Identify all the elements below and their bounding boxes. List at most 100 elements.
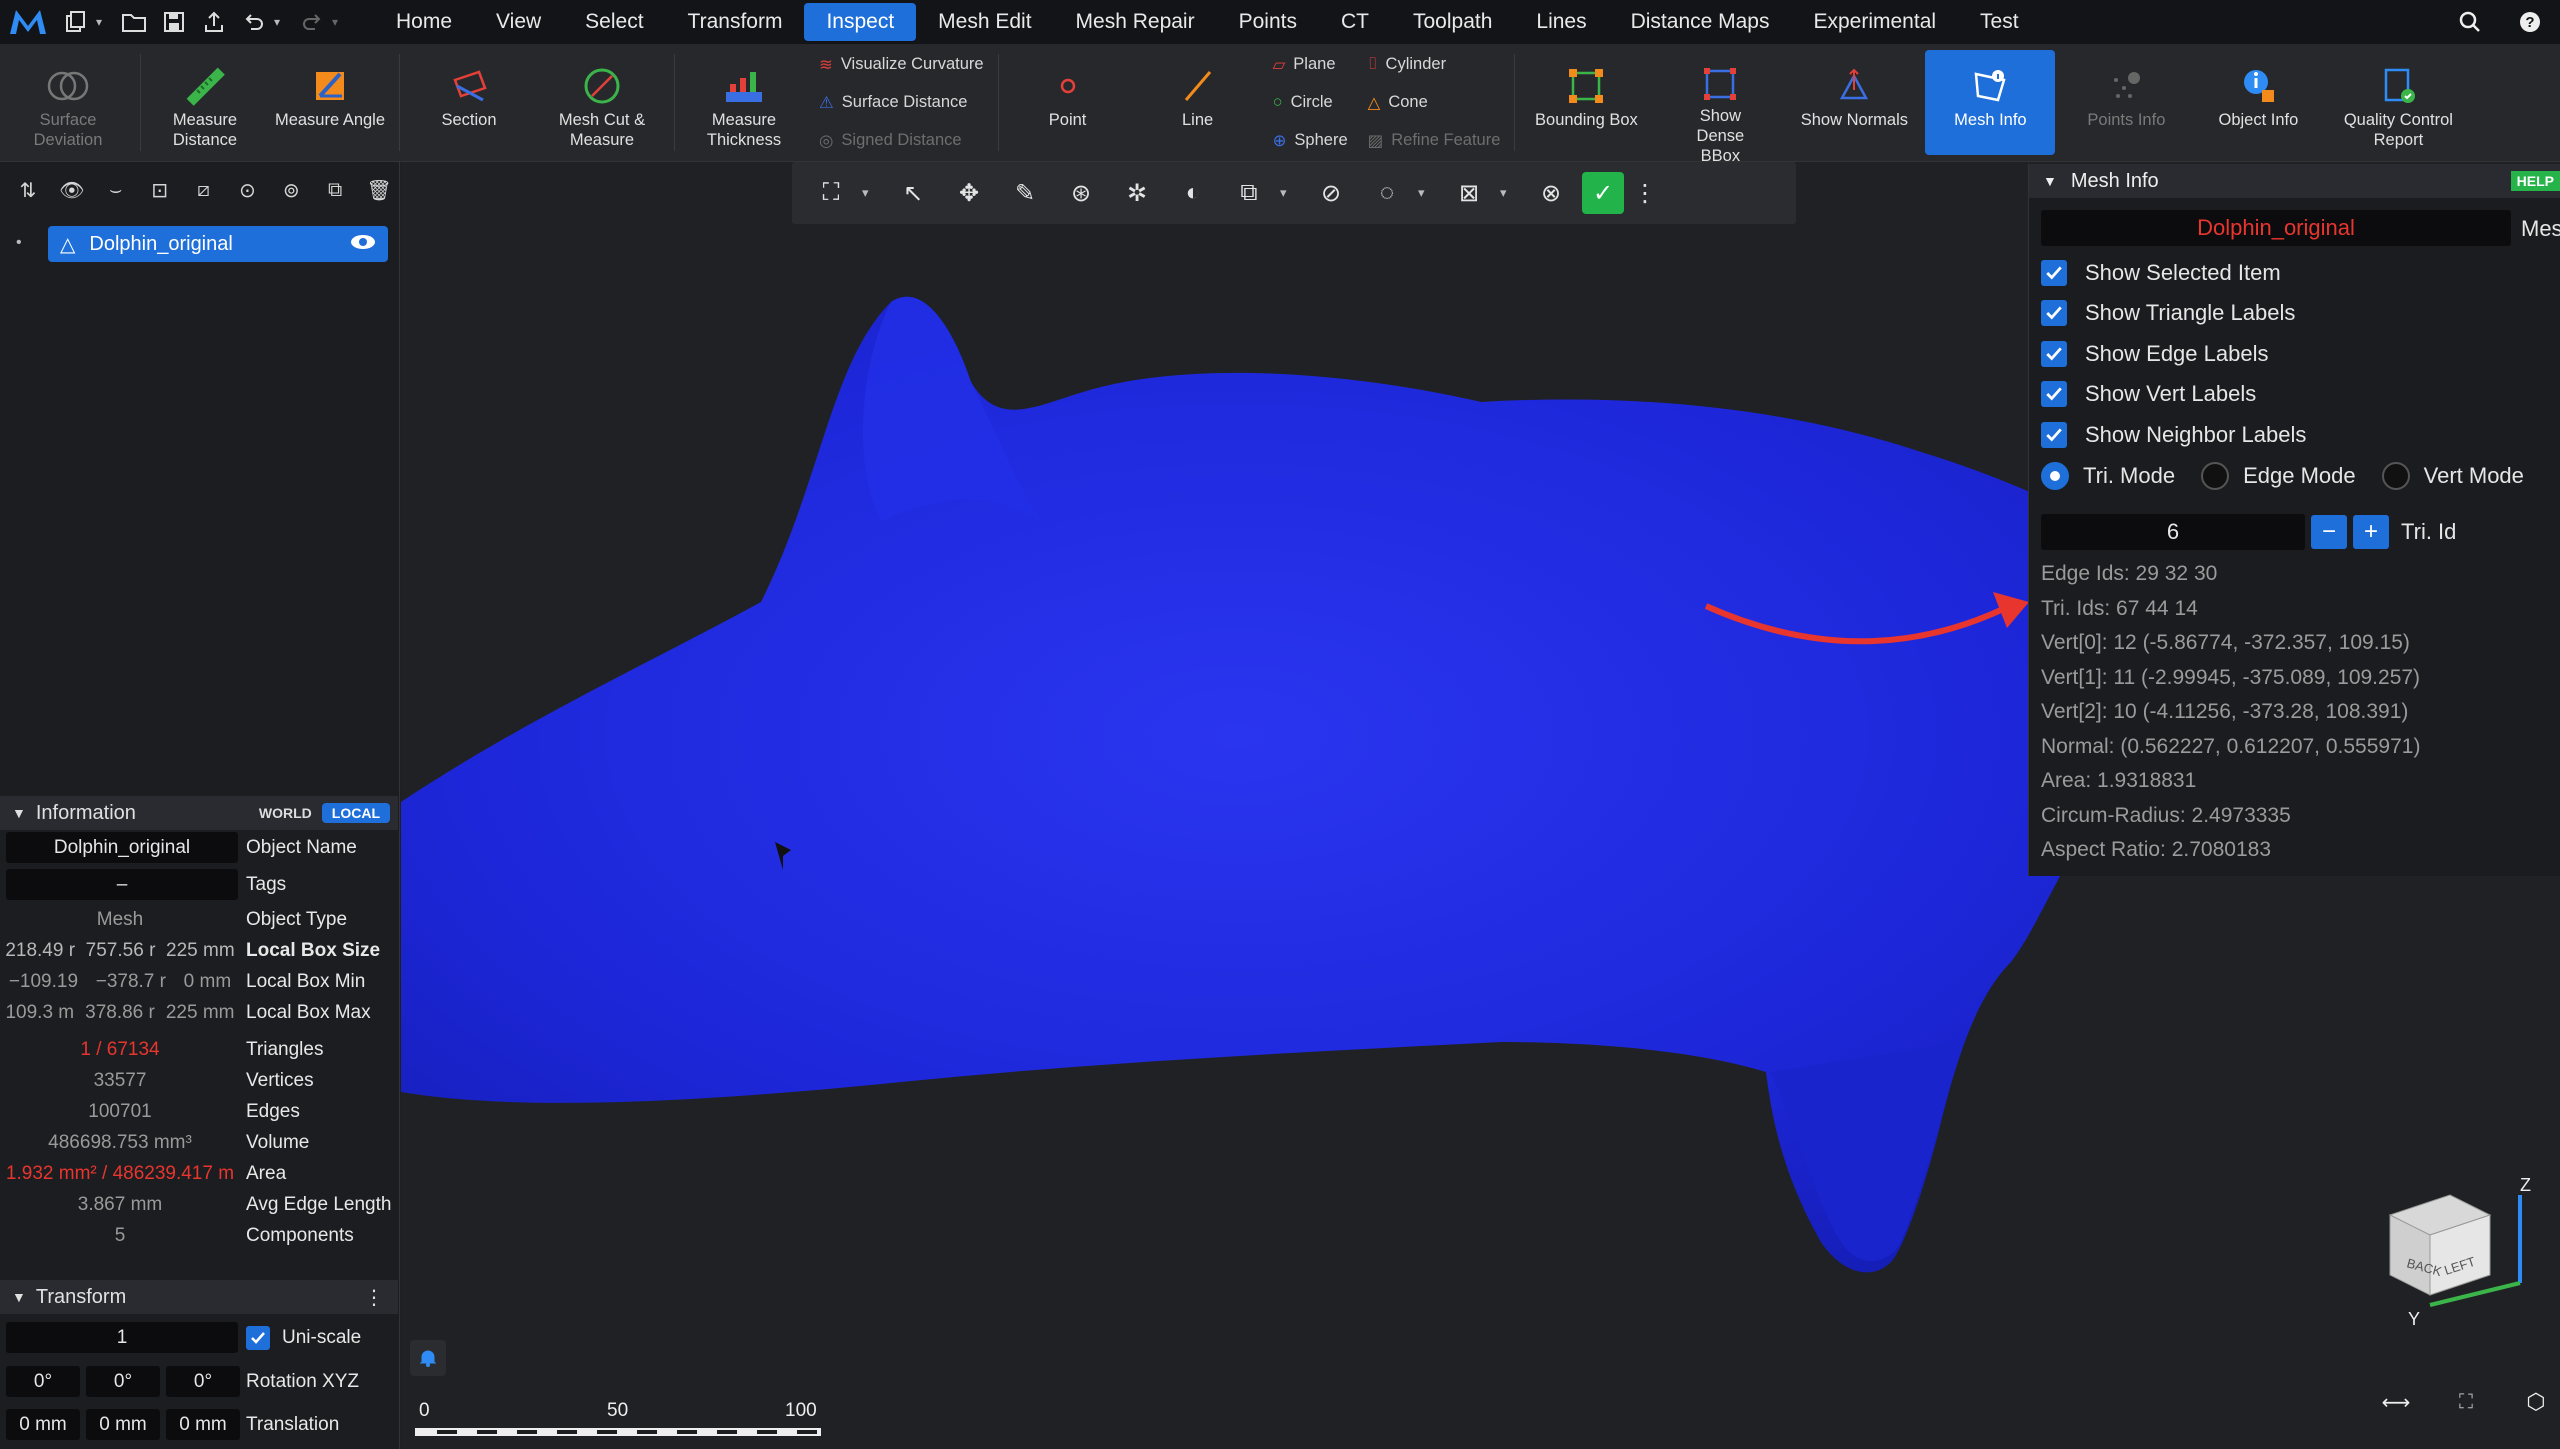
refine-feature-button[interactable]: ▨ Refine Feature: [1368, 127, 1501, 155]
increment-button[interactable]: +: [2353, 515, 2389, 549]
fit-screen-icon[interactable]: ⛶: [2446, 1384, 2486, 1420]
show-triangle-labels-checkbox[interactable]: Show Triangle Labels: [2041, 300, 2295, 326]
quality-report-button[interactable]: Quality Control Report: [2323, 44, 2473, 161]
clipping-icon[interactable]: ◐: [1168, 168, 1218, 218]
tab-ct[interactable]: CT: [1319, 3, 1391, 41]
world-toggle[interactable]: WORLD: [249, 803, 322, 823]
information-header[interactable]: ▼ Information WORLD LOCAL: [0, 796, 398, 830]
new-file-icon[interactable]: [56, 0, 96, 44]
vert-mode-radio[interactable]: Vert Mode: [2381, 462, 2524, 490]
tab-toolpath[interactable]: Toolpath: [1391, 3, 1514, 41]
eye-closed-icon[interactable]: ⌣: [96, 169, 136, 211]
tab-experimental[interactable]: Experimental: [1791, 3, 1958, 41]
eye-icon[interactable]: 👁: [52, 169, 92, 211]
uniscale-checkbox[interactable]: [246, 1325, 270, 1350]
sort-icon[interactable]: ⇅: [8, 169, 48, 211]
select-all-icon[interactable]: ⊡: [140, 169, 180, 211]
points-info-button[interactable]: Points Info: [2059, 44, 2193, 161]
deselect-box-icon[interactable]: ⊠: [1444, 168, 1494, 218]
no-selection-icon[interactable]: ⊗: [1526, 168, 1576, 218]
sphere-button[interactable]: ⊕ Sphere: [1273, 127, 1348, 155]
decrement-button[interactable]: −: [2311, 515, 2347, 549]
move-down-icon[interactable]: ⊚: [271, 169, 311, 211]
visibility-eye-icon[interactable]: [350, 233, 376, 256]
move-icon[interactable]: ✥: [944, 168, 994, 218]
more-options-icon[interactable]: ⋮: [1630, 168, 1660, 218]
tab-mesh-edit[interactable]: Mesh Edit: [916, 3, 1053, 41]
more-options-icon[interactable]: ⋮: [364, 1285, 384, 1310]
rotation-z-input[interactable]: 0°: [166, 1366, 240, 1397]
save-icon[interactable]: [154, 0, 194, 44]
rotation-x-input[interactable]: 0°: [6, 1366, 80, 1397]
chevron-down-icon[interactable]: ▾: [274, 15, 292, 29]
show-edge-labels-checkbox[interactable]: Show Edge Labels: [2041, 341, 2268, 367]
tab-inspect[interactable]: Inspect: [804, 3, 917, 41]
measure-distance-button[interactable]: Measure Distance: [145, 44, 265, 161]
chevron-down-icon[interactable]: ▾: [1500, 185, 1520, 201]
plane-button[interactable]: ▱ Plane: [1273, 51, 1348, 79]
tab-test[interactable]: Test: [1958, 3, 2041, 41]
visualize-curvature-button[interactable]: ≋ Visualize Curvature: [819, 51, 984, 79]
chevron-down-icon[interactable]: ▾: [1280, 185, 1300, 201]
tab-transform[interactable]: Transform: [666, 3, 805, 41]
chevron-down-icon[interactable]: ▾: [862, 185, 882, 201]
signed-distance-button[interactable]: ◎ Signed Distance: [819, 127, 984, 155]
translation-x-input[interactable]: 0 mm: [6, 1409, 80, 1440]
perspective-cube-icon[interactable]: ⬡: [2516, 1384, 2556, 1420]
help-icon[interactable]: ?: [2500, 0, 2560, 44]
mesh-info-header[interactable]: ▼ Mesh Info HELP: [2029, 164, 2560, 198]
bounding-box-button[interactable]: Bounding Box: [1519, 44, 1653, 161]
tab-points[interactable]: Points: [1217, 3, 1319, 41]
hide-icon[interactable]: ⊘: [1306, 168, 1356, 218]
search-icon[interactable]: [2440, 0, 2500, 44]
measure-angle-button[interactable]: Measure Angle: [265, 44, 395, 161]
mesh-info-button[interactable]: Mesh Info: [1925, 50, 2056, 155]
gizmo-icon[interactable]: ✲: [1112, 168, 1162, 218]
rotation-y-input[interactable]: 0°: [86, 1366, 160, 1397]
measure-ruler-icon[interactable]: ⟷: [2376, 1384, 2416, 1420]
app-logo[interactable]: [0, 0, 56, 44]
edit-icon[interactable]: ✎: [1000, 168, 1050, 218]
edge-mode-radio[interactable]: Edge Mode: [2201, 462, 2356, 490]
point-button[interactable]: Point: [1003, 44, 1133, 161]
help-badge[interactable]: HELP: [2510, 171, 2560, 191]
chevron-down-icon[interactable]: ▾: [96, 15, 114, 29]
notification-bell-icon[interactable]: [410, 1340, 446, 1376]
show-normals-button[interactable]: Show Normals: [1787, 44, 1921, 161]
export-icon[interactable]: [194, 0, 234, 44]
transform-header[interactable]: ▼ Transform ⋮: [0, 1280, 398, 1314]
undo-icon[interactable]: [234, 0, 274, 44]
local-toggle[interactable]: LOCAL: [321, 803, 390, 823]
view-cube[interactable]: BACK LEFT Z Y: [2380, 1175, 2560, 1345]
select-cursor-icon[interactable]: ↖: [888, 168, 938, 218]
scale-input[interactable]: 1: [6, 1322, 238, 1353]
show-selected-item-checkbox[interactable]: Show Selected Item: [2041, 260, 2281, 286]
tags-field[interactable]: –: [6, 869, 238, 900]
tab-select[interactable]: Select: [563, 3, 665, 41]
surface-deviation-button[interactable]: Surface Deviation: [0, 44, 136, 161]
mesh-cut-button[interactable]: Mesh Cut & Measure: [534, 44, 670, 161]
line-button[interactable]: Line: [1133, 44, 1263, 161]
object-selector[interactable]: Dolphin_original: [2041, 210, 2511, 246]
lasso-icon[interactable]: ◌: [1362, 168, 1412, 218]
trash-icon[interactable]: 🗑: [359, 169, 399, 211]
tab-home[interactable]: Home: [374, 3, 474, 41]
measure-thickness-button[interactable]: Measure Thickness: [679, 44, 809, 161]
circle-button[interactable]: ○ Circle: [1273, 89, 1348, 117]
cylinder-button[interactable]: ⌷ Cylinder: [1368, 51, 1501, 79]
show-dense-bbox-button[interactable]: Show Dense BBox: [1653, 44, 1787, 165]
check-icon[interactable]: ✓: [1582, 172, 1624, 214]
show-neighbor-labels-checkbox[interactable]: Show Neighbor Labels: [2041, 422, 2306, 448]
tab-view[interactable]: View: [474, 3, 563, 41]
tab-mesh-repair[interactable]: Mesh Repair: [1054, 3, 1217, 41]
object-info-button[interactable]: Object Info: [2193, 44, 2323, 161]
scene-object-item[interactable]: △ Dolphin_original: [48, 226, 388, 262]
tab-lines[interactable]: Lines: [1514, 3, 1608, 41]
tri-id-input[interactable]: 6: [2041, 514, 2305, 550]
cone-button[interactable]: △ Cone: [1368, 89, 1501, 117]
translation-y-input[interactable]: 0 mm: [86, 1409, 160, 1440]
translation-z-input[interactable]: 0 mm: [166, 1409, 240, 1440]
surface-distance-button[interactable]: ⚠ Surface Distance: [819, 89, 984, 117]
tab-distance-maps[interactable]: Distance Maps: [1609, 3, 1792, 41]
tri-mode-radio[interactable]: Tri. Mode: [2041, 462, 2175, 490]
